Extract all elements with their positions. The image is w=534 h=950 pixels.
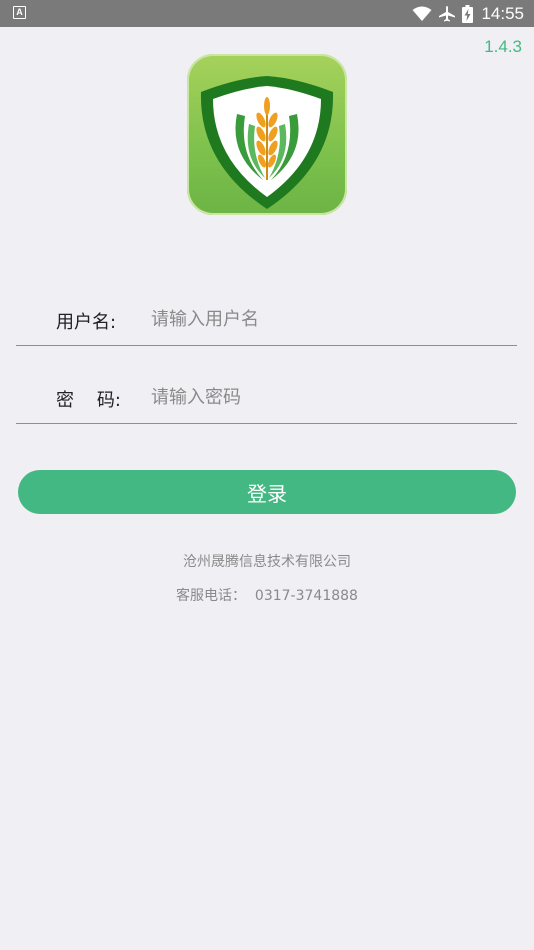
notification-a-icon: A — [13, 6, 26, 19]
username-label: 用户名: — [56, 312, 117, 333]
support-phone: 客服电话： 0317-3741888 — [176, 588, 358, 604]
company-name: 沧州晟腾信息技术有限公司 — [183, 554, 351, 570]
wifi-icon — [412, 6, 432, 21]
password-label: 密 码: — [56, 390, 121, 411]
username-field: 用户名: — [16, 296, 517, 346]
wheat-shield-logo-icon — [200, 76, 334, 209]
app-logo — [187, 54, 347, 215]
status-bar: A 14:55 — [0, 0, 534, 27]
battery-charging-icon — [462, 4, 474, 23]
status-time: 14:55 — [481, 3, 524, 23]
airplane-icon — [439, 5, 456, 21]
status-icons: 14:55 — [412, 0, 524, 27]
password-input[interactable] — [151, 380, 511, 414]
login-button[interactable]: 登录 — [18, 470, 516, 514]
password-field: 密 码: — [16, 374, 517, 424]
username-input[interactable] — [151, 302, 511, 336]
app-version: 1.4.3 — [484, 37, 522, 56]
